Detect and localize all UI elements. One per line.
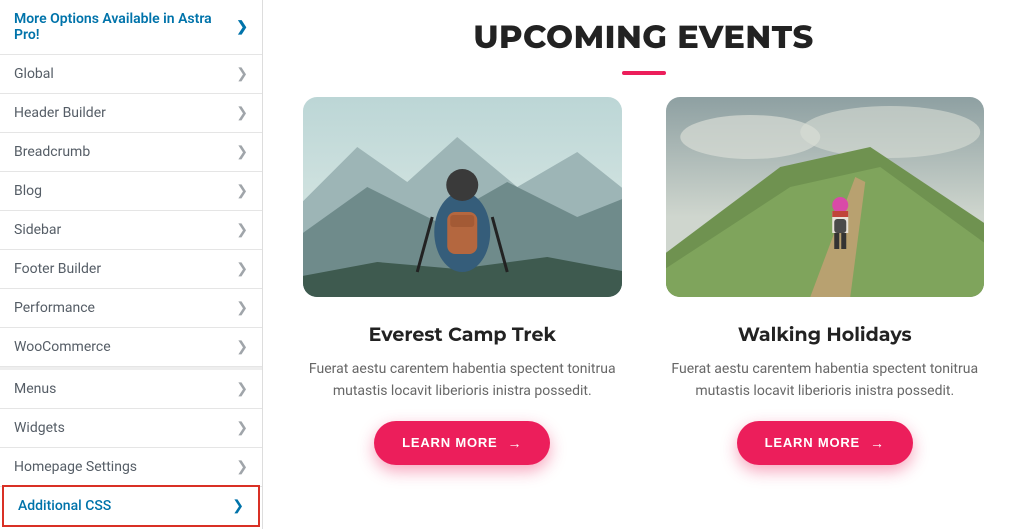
card-description: Fuerat aestu carentem habentia spectent … bbox=[666, 358, 985, 403]
cards-container: Everest Camp Trek Fuerat aestu carentem … bbox=[303, 97, 984, 465]
chevron-right-icon: ❯ bbox=[232, 498, 244, 514]
learn-more-button[interactable]: LEARN MORE → bbox=[374, 421, 550, 465]
card-image bbox=[303, 97, 622, 297]
chevron-right-icon: ❯ bbox=[236, 261, 248, 277]
sidebar-item-label: Widgets bbox=[14, 420, 65, 436]
sidebar-item-label: Global bbox=[14, 66, 54, 82]
section-heading: UPCOMING EVENTS bbox=[303, 18, 984, 57]
card-image bbox=[666, 97, 985, 297]
sidebar-item-label: Additional CSS bbox=[18, 498, 111, 514]
sidebar-item-footer-builder[interactable]: Footer Builder ❯ bbox=[0, 250, 262, 289]
sidebar-item-label: Menus bbox=[14, 381, 56, 397]
chevron-right-icon: ❯ bbox=[236, 459, 248, 475]
sidebar-item-breadcrumb[interactable]: Breadcrumb ❯ bbox=[0, 133, 262, 172]
sidebar-item-menus[interactable]: Menus ❯ bbox=[0, 370, 262, 409]
sidebar-item-label: Breadcrumb bbox=[14, 144, 90, 160]
sidebar-item-label: Performance bbox=[14, 300, 95, 316]
chevron-right-icon: ❯ bbox=[236, 19, 248, 35]
event-card: Walking Holidays Fuerat aestu carentem h… bbox=[666, 97, 985, 465]
sidebar-item-widgets[interactable]: Widgets ❯ bbox=[0, 409, 262, 448]
arrow-right-icon: → bbox=[508, 435, 523, 451]
chevron-right-icon: ❯ bbox=[236, 144, 248, 160]
sidebar-item-additional-css[interactable]: Additional CSS ❯ bbox=[4, 487, 258, 525]
chevron-right-icon: ❯ bbox=[236, 105, 248, 121]
highlight-annotation: Additional CSS ❯ bbox=[2, 485, 260, 527]
sidebar-item-performance[interactable]: Performance ❯ bbox=[0, 289, 262, 328]
chevron-right-icon: ❯ bbox=[236, 183, 248, 199]
sidebar-item-global[interactable]: Global ❯ bbox=[0, 55, 262, 94]
button-label: LEARN MORE bbox=[402, 435, 497, 450]
card-title: Walking Holidays bbox=[738, 323, 912, 346]
sidebar-item-sidebar[interactable]: Sidebar ❯ bbox=[0, 211, 262, 250]
arrow-right-icon: → bbox=[870, 435, 885, 451]
sidebar-item-label: WooCommerce bbox=[14, 339, 111, 355]
sidebar-item-astra-pro[interactable]: More Options Available in Astra Pro! ❯ bbox=[0, 0, 262, 55]
card-title: Everest Camp Trek bbox=[369, 323, 556, 346]
sidebar-item-label: Sidebar bbox=[14, 222, 61, 238]
sidebar-item-label: More Options Available in Astra Pro! bbox=[14, 11, 236, 43]
chevron-right-icon: ❯ bbox=[236, 66, 248, 82]
chevron-right-icon: ❯ bbox=[236, 339, 248, 355]
chevron-right-icon: ❯ bbox=[236, 222, 248, 238]
heading-underline bbox=[622, 71, 666, 75]
sidebar-item-label: Blog bbox=[14, 183, 42, 199]
preview-pane: UPCOMING EVENTS bbox=[263, 0, 1024, 529]
sidebar-item-label: Header Builder bbox=[14, 105, 106, 121]
event-card: Everest Camp Trek Fuerat aestu carentem … bbox=[303, 97, 622, 465]
sidebar-item-label: Footer Builder bbox=[14, 261, 101, 277]
card-description: Fuerat aestu carentem habentia spectent … bbox=[303, 358, 622, 403]
chevron-right-icon: ❯ bbox=[236, 420, 248, 436]
customizer-sidebar: More Options Available in Astra Pro! ❯ G… bbox=[0, 0, 263, 529]
chevron-right-icon: ❯ bbox=[236, 300, 248, 316]
button-label: LEARN MORE bbox=[765, 435, 860, 450]
sidebar-item-blog[interactable]: Blog ❯ bbox=[0, 172, 262, 211]
sidebar-item-label: Homepage Settings bbox=[14, 459, 137, 475]
chevron-right-icon: ❯ bbox=[236, 381, 248, 397]
sidebar-item-homepage-settings[interactable]: Homepage Settings ❯ bbox=[0, 448, 262, 487]
learn-more-button[interactable]: LEARN MORE → bbox=[737, 421, 913, 465]
sidebar-item-woocommerce[interactable]: WooCommerce ❯ bbox=[0, 328, 262, 367]
sidebar-item-header-builder[interactable]: Header Builder ❯ bbox=[0, 94, 262, 133]
